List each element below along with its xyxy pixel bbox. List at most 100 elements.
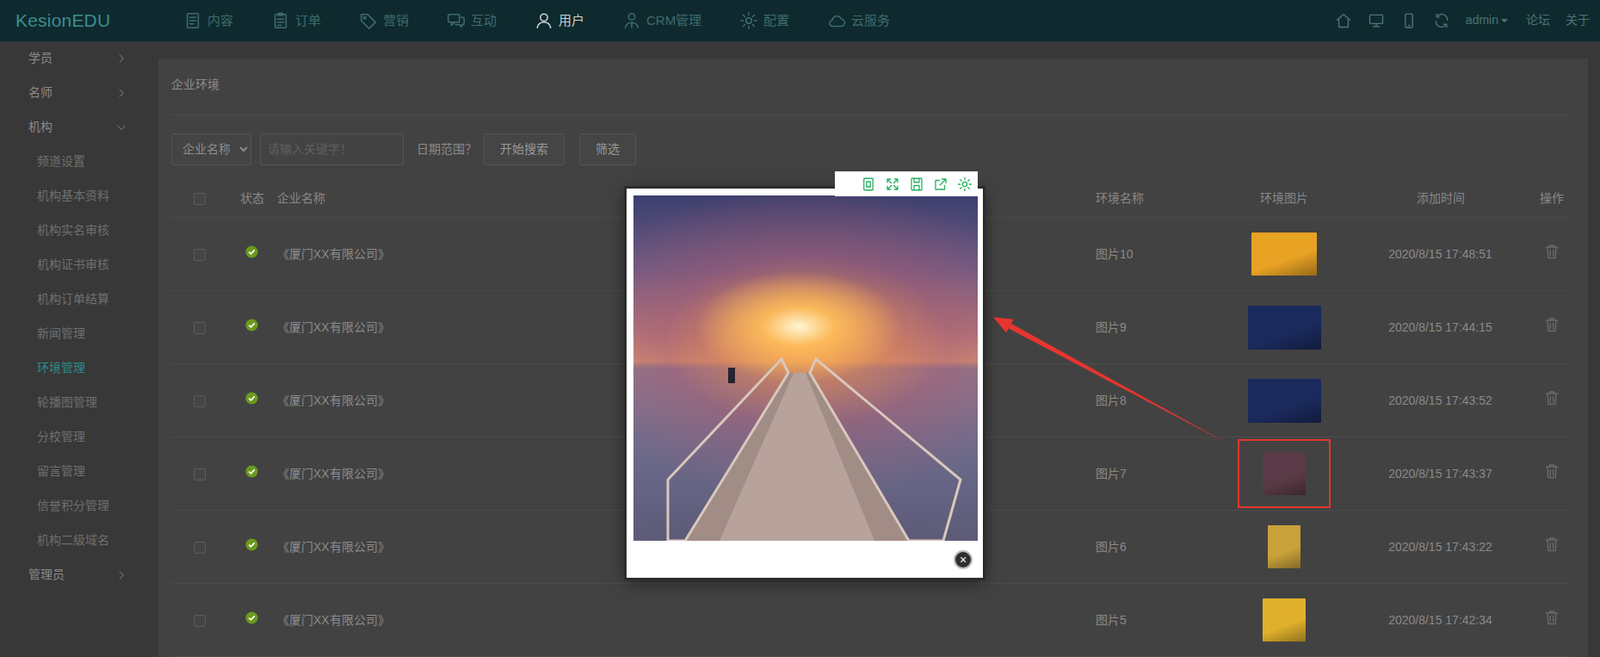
sidebar-group[interactable]: 管理员 bbox=[0, 557, 154, 593]
sidebar-item[interactable]: 留言管理 bbox=[0, 454, 154, 489]
home-icon[interactable] bbox=[1334, 12, 1353, 30]
status-cell bbox=[228, 290, 276, 365]
enabled-check-icon[interactable] bbox=[245, 245, 259, 259]
select-all-checkbox[interactable] bbox=[193, 192, 206, 205]
tag-icon bbox=[358, 11, 378, 31]
top-bar: KesionEDU 内容 订单 营销 互动 用户 CRM管理 配置 云服务 admin 论坛关于 bbox=[0, 0, 1600, 42]
company-name: 《厦门XX有限公司》 bbox=[277, 612, 390, 627]
env-thumbnail[interactable] bbox=[1251, 232, 1317, 276]
nav-item[interactable]: 云服务 bbox=[827, 11, 890, 31]
trash-icon[interactable] bbox=[1543, 242, 1561, 260]
field-select[interactable]: 企业名称 bbox=[171, 133, 252, 166]
top-link[interactable]: 关于 bbox=[1565, 11, 1590, 30]
time-cell: 2020/8/15 17:43:52 bbox=[1348, 364, 1533, 438]
user-menu[interactable]: admin bbox=[1465, 11, 1511, 30]
viewer-toolbar bbox=[834, 171, 978, 197]
sidebar-group[interactable]: 名师 bbox=[0, 75, 154, 111]
row-checkbox[interactable] bbox=[193, 395, 206, 408]
photo-drawing bbox=[633, 195, 978, 541]
trash-icon[interactable] bbox=[1543, 389, 1561, 407]
row-checkbox[interactable] bbox=[193, 468, 206, 481]
env-thumbnail[interactable] bbox=[1247, 378, 1322, 423]
sidebar-group-label: 机构 bbox=[28, 117, 53, 136]
save-icon[interactable] bbox=[908, 176, 925, 192]
sidebar-group-label: 管理员 bbox=[28, 565, 65, 584]
trash-icon[interactable] bbox=[1543, 535, 1561, 553]
nav-item[interactable]: 用户 bbox=[534, 11, 585, 31]
image-cell bbox=[1219, 510, 1349, 584]
nav-label: 营销 bbox=[383, 11, 409, 31]
nav-item[interactable]: 配置 bbox=[739, 11, 790, 31]
top-nav: 内容 订单 营销 互动 用户 CRM管理 配置 云服务 bbox=[183, 11, 890, 31]
share-icon[interactable] bbox=[932, 176, 949, 192]
action-cell bbox=[1532, 217, 1572, 291]
top-link[interactable]: 论坛 bbox=[1525, 11, 1551, 30]
sidebar-item[interactable]: 环境管理 bbox=[0, 351, 154, 386]
sidebar-item[interactable]: 新闻管理 bbox=[0, 316, 154, 352]
sidebar-item[interactable]: 机构二级域名 bbox=[0, 523, 154, 558]
enabled-check-icon[interactable] bbox=[245, 391, 259, 405]
nav-label: 内容 bbox=[207, 11, 234, 31]
status-cell bbox=[228, 510, 276, 584]
sidebar-item[interactable]: 频道设置 bbox=[0, 144, 154, 180]
env-name-cell: 图片7 bbox=[1087, 437, 1220, 511]
env-thumbnail[interactable] bbox=[1267, 525, 1301, 569]
sidebar-group[interactable]: 机构 bbox=[0, 110, 154, 145]
row-checkbox[interactable] bbox=[193, 541, 206, 554]
sidebar-item[interactable]: 机构订单结算 bbox=[0, 282, 154, 317]
refresh-icon[interactable] bbox=[1433, 12, 1451, 30]
nav-item[interactable]: 互动 bbox=[446, 11, 497, 31]
breadcrumb: 企业环境 bbox=[171, 75, 1572, 116]
table-row[interactable]: 《厦门XX有限公司》图片52020/8/15 17:42:34 bbox=[171, 583, 1572, 657]
enabled-check-icon[interactable] bbox=[245, 537, 259, 551]
logo[interactable]: KesionEDU bbox=[0, 6, 184, 35]
fullscreen-icon[interactable] bbox=[884, 176, 901, 192]
time-cell: 2020/8/15 17:44:15 bbox=[1348, 290, 1533, 365]
env-name-cell: 图片8 bbox=[1087, 364, 1220, 438]
mobile-icon[interactable] bbox=[1400, 12, 1418, 30]
sidebar-item[interactable]: 分校管理 bbox=[0, 420, 154, 455]
enabled-check-icon[interactable] bbox=[245, 611, 259, 624]
nav-item[interactable]: 营销 bbox=[358, 11, 409, 31]
row-checkbox[interactable] bbox=[193, 248, 206, 261]
sidebar-group[interactable]: 学员 bbox=[0, 41, 154, 76]
fit-screen-icon[interactable] bbox=[860, 176, 877, 192]
desktop-icon[interactable] bbox=[1367, 12, 1385, 30]
nav-label: 订单 bbox=[295, 11, 322, 31]
env-thumbnail[interactable] bbox=[1262, 598, 1306, 642]
checkbox-cell bbox=[171, 364, 229, 438]
column-header: 操作 bbox=[1532, 179, 1572, 218]
row-checkbox[interactable] bbox=[193, 321, 206, 334]
sidebar-item[interactable]: 信誉积分管理 bbox=[0, 488, 154, 524]
nav-item[interactable]: 内容 bbox=[183, 11, 234, 31]
trash-icon[interactable] bbox=[1543, 462, 1561, 480]
sidebar-item[interactable]: 机构证书审核 bbox=[0, 247, 154, 283]
env-name: 图片6 bbox=[1095, 539, 1127, 554]
time-cell: 2020/8/15 17:48:51 bbox=[1348, 217, 1533, 291]
status-cell bbox=[228, 437, 276, 511]
nav-item[interactable]: 订单 bbox=[271, 11, 322, 31]
top-right: admin 论坛关于 bbox=[1334, 11, 1590, 30]
viewer-footer: × bbox=[633, 540, 978, 578]
filter-button[interactable]: 筛选 bbox=[579, 133, 637, 166]
enabled-check-icon[interactable] bbox=[245, 464, 259, 478]
search-button[interactable]: 开始搜索 bbox=[483, 133, 565, 166]
image-cell bbox=[1219, 583, 1349, 657]
close-button[interactable]: × bbox=[953, 549, 973, 569]
nav-item[interactable]: CRM管理 bbox=[622, 11, 702, 31]
keyword-input[interactable] bbox=[259, 133, 404, 166]
date-range-label[interactable]: 日期范围？ bbox=[416, 140, 477, 159]
env-thumbnail[interactable] bbox=[1247, 305, 1322, 350]
env-name: 图片9 bbox=[1095, 320, 1127, 334]
trash-icon[interactable] bbox=[1543, 608, 1561, 626]
env-thumbnail[interactable] bbox=[1262, 451, 1306, 495]
crm-user-icon bbox=[622, 11, 642, 31]
sidebar-item[interactable]: 机构实名审核 bbox=[0, 213, 154, 248]
sidebar-item[interactable]: 轮播图管理 bbox=[0, 385, 154, 421]
settings-icon[interactable] bbox=[957, 176, 973, 192]
header-checkbox-cell bbox=[171, 179, 229, 218]
trash-icon[interactable] bbox=[1543, 315, 1561, 334]
sidebar-item[interactable]: 机构基本资料 bbox=[0, 179, 154, 214]
enabled-check-icon[interactable] bbox=[245, 318, 259, 332]
row-checkbox[interactable] bbox=[193, 614, 206, 627]
